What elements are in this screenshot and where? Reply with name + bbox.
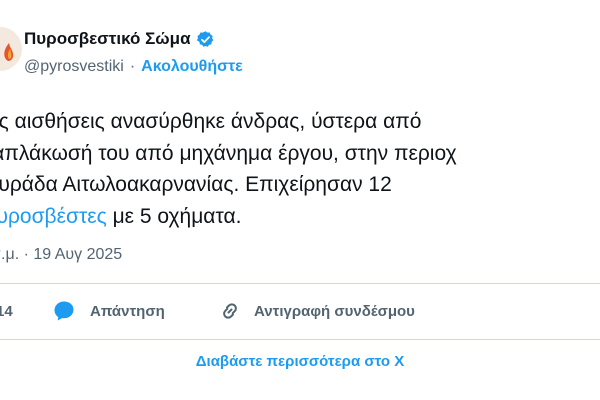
hashtag-link[interactable]: πυροσβέστες [0, 205, 107, 228]
handle-row: @pyrosvestiki · Ακολουθήστε [24, 58, 243, 76]
fire-logo-icon [0, 27, 22, 71]
embedded-tweet-card: Πυροσβεστικό Σώμα @pyrosvestiki · Ακολου… [0, 0, 600, 400]
verified-badge-icon [196, 30, 213, 47]
read-more-link[interactable]: Διαβάστε περισσότερα στο X [0, 339, 600, 383]
copy-link-label: Αντιγραφή συνδέσμου [254, 302, 415, 320]
avatar[interactable] [0, 27, 22, 71]
follow-button[interactable]: Ακολουθήστε [141, 58, 243, 76]
tweet-line: καπλάκωσή του από μηχάνημα έργου, στην π… [0, 141, 457, 165]
separator-dot: · [129, 58, 136, 75]
copy-link-button[interactable]: Αντιγραφή συνδέσμου [218, 299, 415, 323]
tweet-text: ρίς αισθήσεις ανασύρθηκε άνδρας, ύστερα … [0, 106, 600, 232]
tweet-line: Θυράδα Αιτωλοακαρνανίας. Επιχείρησαν 12 [0, 173, 392, 196]
reply-label: Απάντηση [90, 302, 165, 320]
reply-bubble-icon [54, 301, 74, 321]
link-icon [223, 303, 237, 319]
action-bar: 14 Απάντηση Αντιγραφή συνδέσμου [0, 299, 600, 325]
author-name[interactable]: Πυροσβεστικό Σώμα [24, 29, 191, 49]
divider [0, 283, 600, 284]
tweet-line: ρίς αισθήσεις ανασύρθηκε άνδρας, ύστερα … [0, 110, 422, 133]
author-name-row[interactable]: Πυροσβεστικό Σώμα [24, 29, 215, 49]
reply-button[interactable]: Απάντηση [52, 299, 165, 323]
like-count[interactable]: 14 [0, 303, 13, 320]
tweet-timestamp[interactable]: π.μ. · 19 Αυγ 2025 [0, 246, 122, 264]
tweet-line-rest: με 5 οχήματα. [106, 204, 242, 228]
author-handle[interactable]: @pyrosvestiki [24, 58, 124, 76]
tweet-line: πυροσβέστες με 5 οχήματα. [0, 201, 600, 233]
